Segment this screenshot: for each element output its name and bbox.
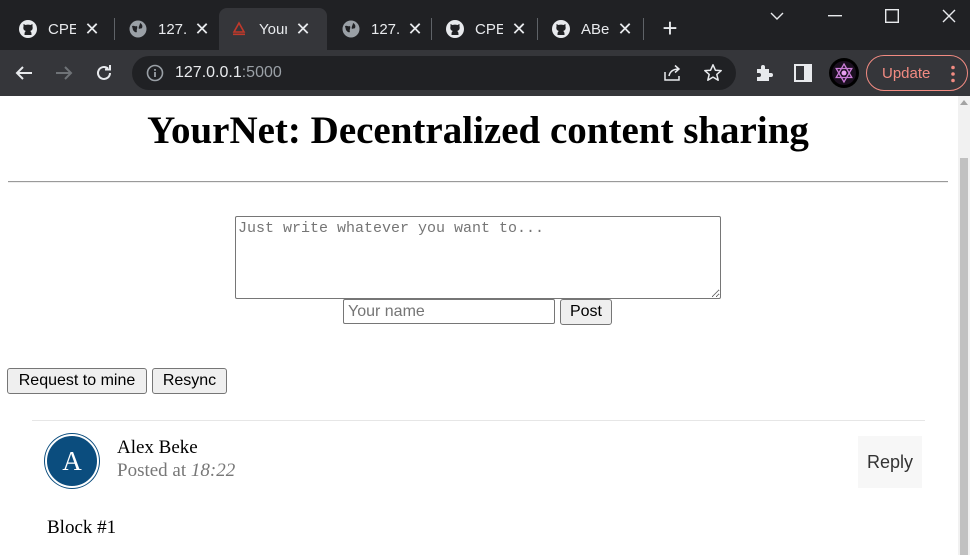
bookmark-star-icon[interactable] (703, 63, 723, 88)
post-content: Block #1 (47, 517, 117, 538)
resync-button[interactable]: Resync (152, 368, 227, 394)
close-icon[interactable]: ✕ (295, 20, 311, 38)
tab-separator (537, 18, 538, 40)
tab-title: CPE (475, 20, 503, 38)
avatar: A (45, 434, 99, 488)
scrollbar-thumb[interactable] (960, 158, 968, 555)
github-icon (551, 19, 571, 39)
maximize-icon[interactable] (872, 4, 912, 28)
github-icon (18, 19, 38, 39)
update-label: Update (882, 64, 931, 82)
update-button[interactable]: Update (866, 55, 968, 91)
page-scrollbar[interactable] (958, 96, 970, 555)
tab-title: ABe (581, 20, 609, 38)
share-icon[interactable] (663, 64, 683, 87)
minimize-icon[interactable] (815, 4, 855, 28)
more-menu-icon[interactable] (951, 65, 955, 87)
tab-separator (114, 18, 115, 40)
divider (8, 181, 948, 183)
tab-2[interactable]: 127. ✕ (118, 8, 210, 50)
tab-4[interactable]: 127. ✕ (331, 8, 423, 50)
tab-search-icon[interactable] (757, 4, 797, 28)
address-bar[interactable]: 127.0.0.1:5000 (132, 56, 736, 90)
page-viewport: YourNet: Decentralized content sharing P… (0, 96, 958, 555)
back-arrow-icon[interactable] (10, 59, 38, 87)
tab-6[interactable]: ABe ✕ (541, 8, 633, 50)
tab-title: Your (259, 20, 287, 38)
extensions-puzzle-icon[interactable] (750, 59, 778, 87)
close-icon[interactable]: ✕ (617, 20, 633, 38)
globe-icon (341, 19, 361, 39)
post-author: Alex Beke (117, 437, 198, 458)
url-host: 127.0.0.1 (175, 64, 242, 81)
forward-arrow-icon[interactable] (50, 59, 78, 87)
tab-title: 127. (371, 20, 399, 38)
request-to-mine-button[interactable]: Request to mine (7, 368, 147, 394)
scroll-up-arrow-icon[interactable] (960, 100, 968, 105)
post-button[interactable]: Post (560, 299, 612, 325)
close-icon[interactable]: ✕ (511, 20, 527, 38)
url-text: 127.0.0.1:5000 (175, 64, 282, 82)
close-window-icon[interactable] (929, 4, 969, 28)
new-tab-button[interactable]: + (657, 15, 683, 41)
github-icon (445, 19, 465, 39)
close-icon[interactable]: ✕ (407, 20, 423, 38)
site-info-icon[interactable] (146, 64, 164, 87)
tab-5[interactable]: CPE ✕ (435, 8, 527, 50)
reply-button[interactable]: Reply (858, 436, 922, 488)
posted-prefix: Posted at (117, 460, 187, 481)
tab-1[interactable]: CPE ✕ (8, 8, 100, 50)
url-port: :5000 (241, 64, 282, 81)
author-name-input[interactable] (343, 299, 555, 324)
page-title: YourNet: Decentralized content sharing (147, 109, 809, 152)
profile-avatar[interactable] (829, 58, 859, 88)
side-panel-icon[interactable] (789, 59, 817, 87)
close-icon[interactable]: ✕ (84, 20, 100, 38)
post-card: A Alex Beke Posted at 18:22 Reply (32, 420, 925, 555)
tab-separator (643, 18, 644, 40)
close-icon[interactable]: ✕ (194, 20, 210, 38)
post-timestamp: Posted at 18:22 (117, 460, 235, 482)
yournet-favicon (229, 19, 249, 39)
post-time: 18:22 (190, 460, 236, 481)
globe-icon (128, 19, 148, 39)
reload-icon[interactable] (90, 59, 118, 87)
post-content-textarea[interactable] (235, 216, 721, 299)
tab-title: 127. (158, 20, 186, 38)
tab-strip: CPE ✕ 127. ✕ Your ✕ 127. ✕ CPE ✕ ABe ✕ + (0, 0, 970, 50)
tab-title: CPE (48, 20, 76, 38)
browser-toolbar: 127.0.0.1:5000 Update (0, 50, 970, 96)
tab-separator (431, 18, 432, 40)
tab-3-active[interactable]: Your ✕ (219, 8, 327, 50)
